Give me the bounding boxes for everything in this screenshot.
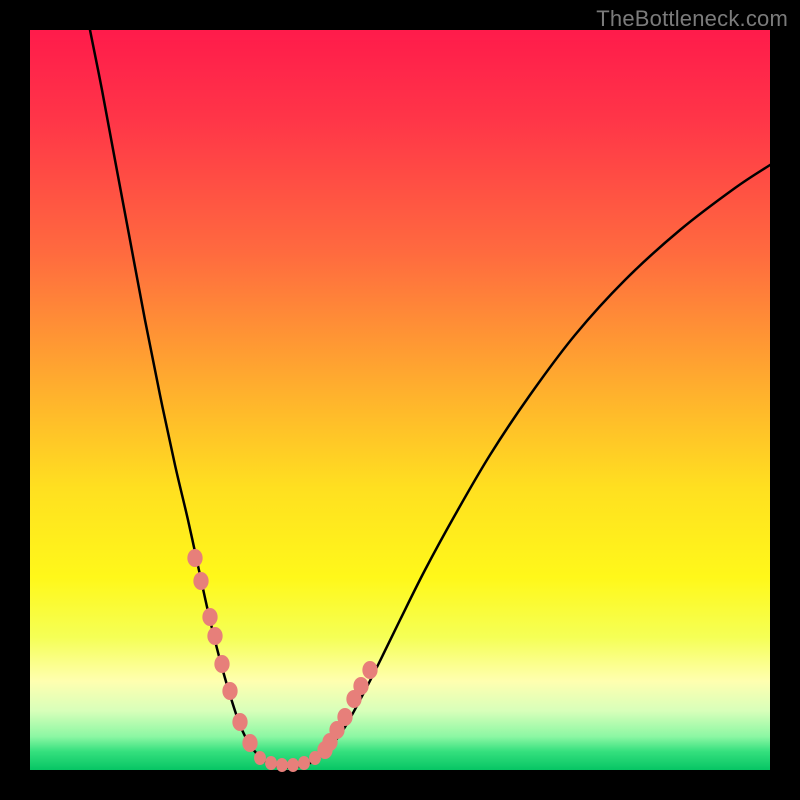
marker-dot [187, 549, 202, 567]
curve-layer [30, 30, 770, 770]
marker-dot [337, 708, 352, 726]
marker-dot [287, 758, 299, 772]
chart-frame: TheBottleneck.com [0, 0, 800, 800]
marker-dot [254, 751, 266, 765]
marker-cluster-left [187, 549, 257, 752]
marker-dot [298, 756, 310, 770]
marker-cluster-right [317, 661, 377, 759]
marker-dot [242, 734, 257, 752]
bottleneck-curve [90, 30, 770, 767]
marker-dot [214, 655, 229, 673]
marker-dot [362, 661, 377, 679]
marker-dot [353, 677, 368, 695]
marker-dot [202, 608, 217, 626]
marker-dot [207, 627, 222, 645]
marker-dot [232, 713, 247, 731]
marker-cluster-bottom [254, 751, 321, 772]
marker-dot [222, 682, 237, 700]
marker-dot [276, 758, 288, 772]
plot-area [30, 30, 770, 770]
marker-dot [265, 756, 277, 770]
marker-dot [193, 572, 208, 590]
marker-dot [309, 751, 321, 765]
watermark-text: TheBottleneck.com [596, 6, 788, 32]
